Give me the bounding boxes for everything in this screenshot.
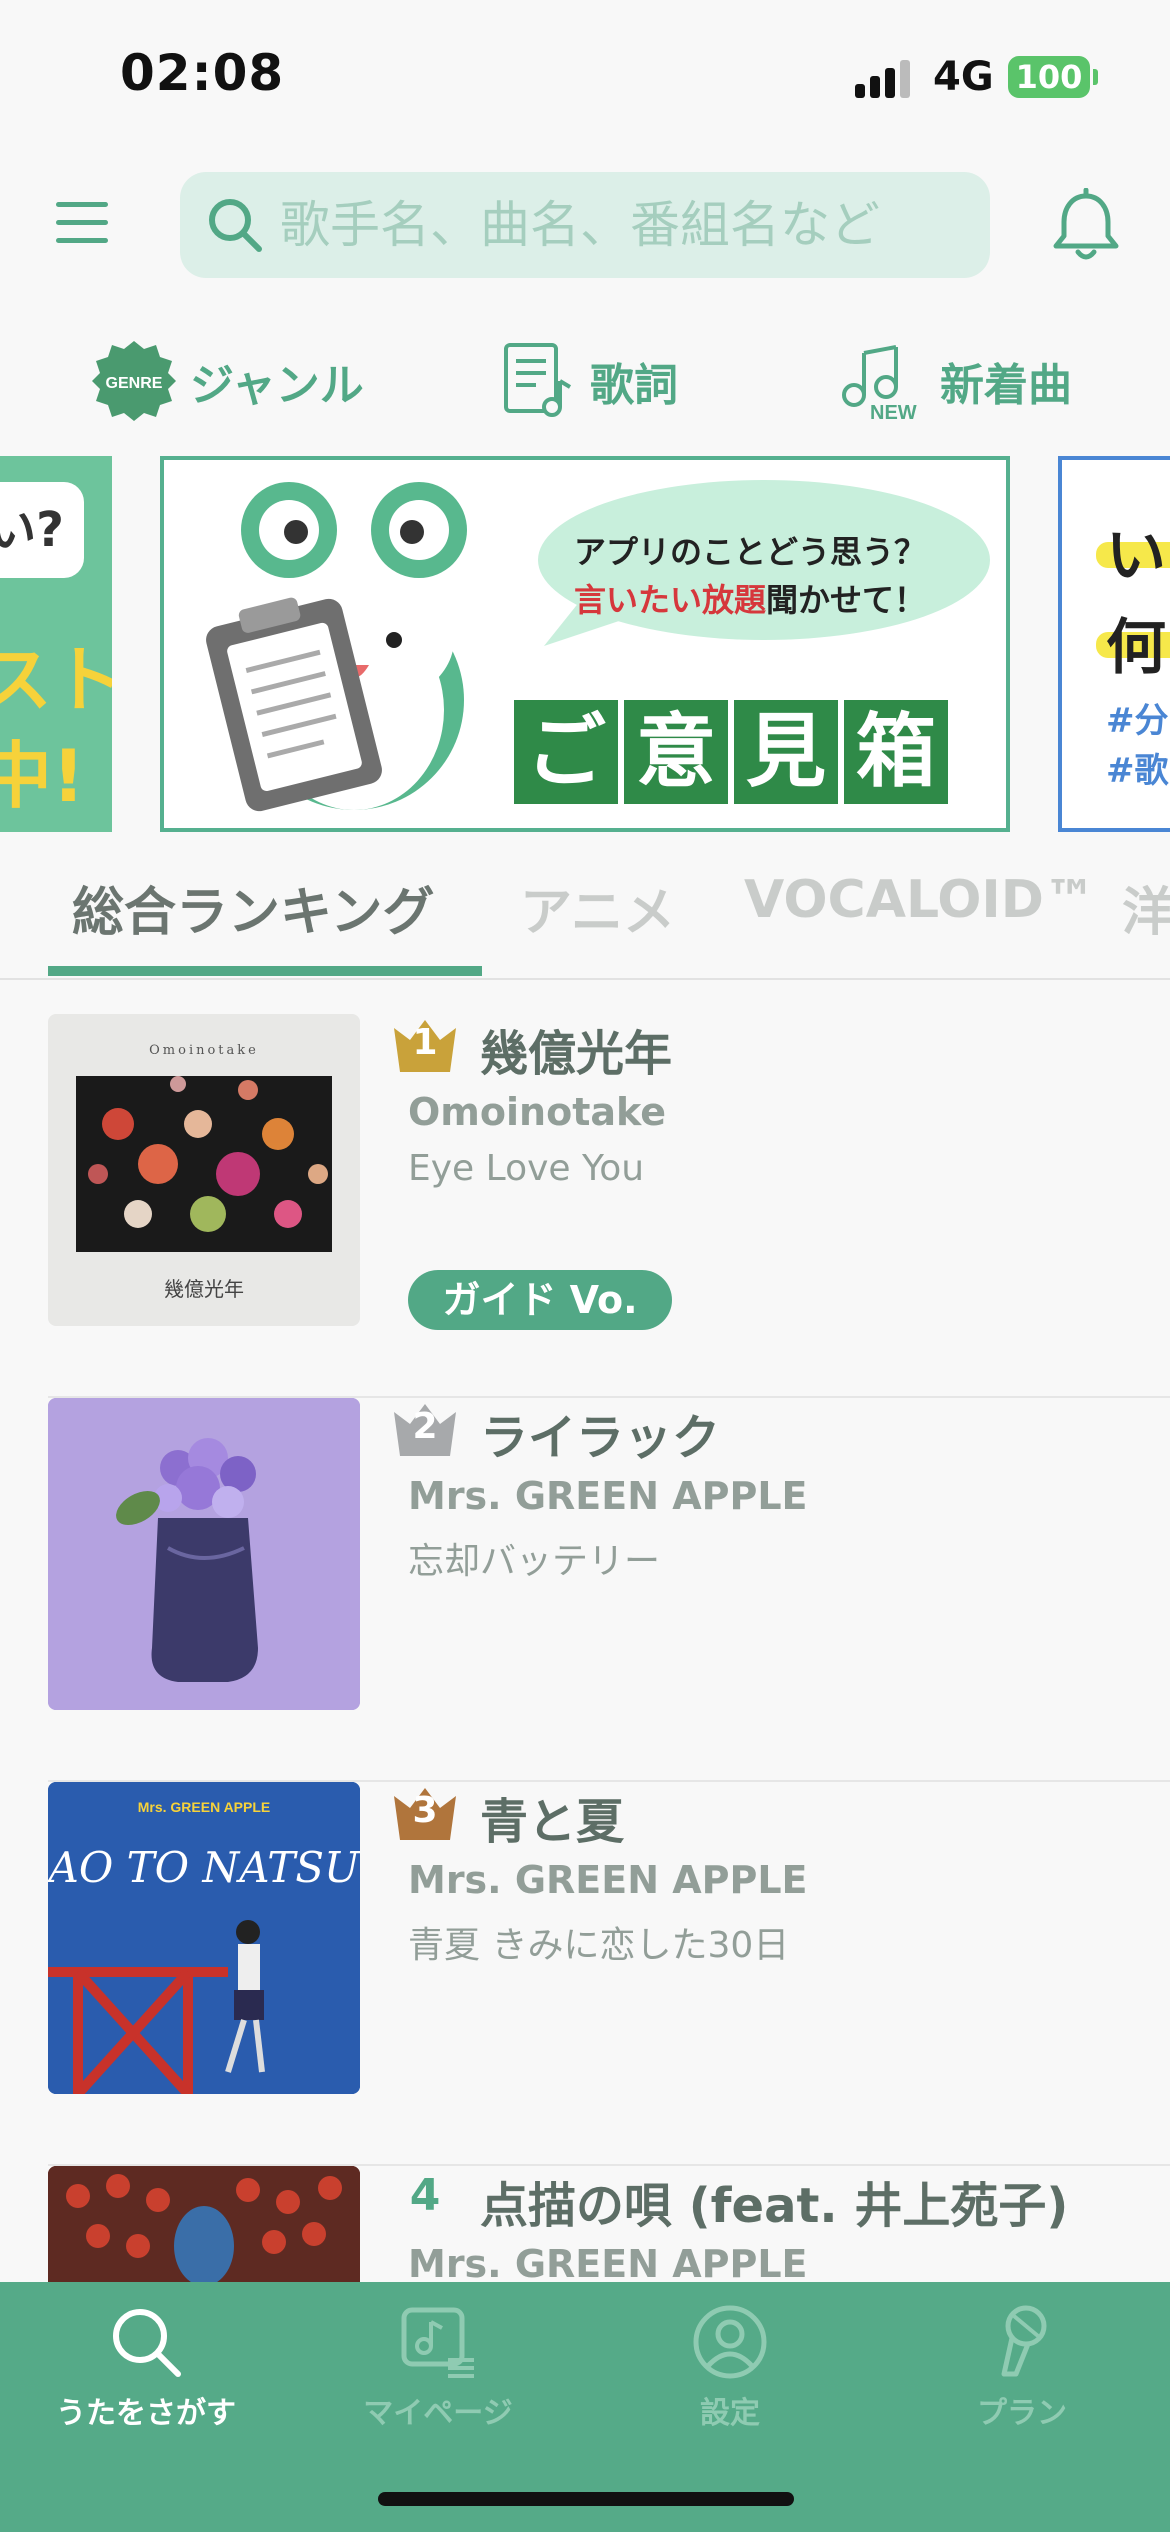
- signal-icon: [855, 58, 915, 98]
- tabbar-settings[interactable]: 設定: [600, 2302, 860, 2452]
- tieup-name: Eye Love You: [408, 1148, 645, 1189]
- genre-shortcut[interactable]: GENRE ジャンル: [92, 336, 364, 426]
- artist-name: Mrs. GREEN APPLE: [408, 1474, 808, 1518]
- rank-number: 3: [412, 1790, 438, 1831]
- feedback-line-2-rest: 聞かせて！: [766, 581, 927, 619]
- tabbar-label: 設定: [700, 2396, 760, 2431]
- art-title-bottom: 幾億光年: [164, 1277, 244, 1301]
- search-icon: [209, 199, 262, 252]
- status-time: 02:08: [120, 44, 285, 102]
- art-title-top: Mrs. GREEN APPLE: [138, 1799, 271, 1815]
- tieup-name: 青夏 きみに恋した30日: [408, 1925, 790, 1966]
- music-note-new-icon: NEW: [842, 345, 917, 421]
- lyrics-shortcut[interactable]: 歌詞: [502, 336, 678, 426]
- banner-carousel[interactable]: い? スト 中! アプリのことどう思う？ 言いたい放題聞かせて！ ご 意 見 箱…: [0, 456, 1170, 832]
- art-title-bottom: AO TO NATSU: [48, 1843, 360, 1892]
- title-char: 意: [624, 700, 728, 804]
- song-title: ライラック: [480, 1410, 721, 1466]
- banner-previous-bubble: い?: [0, 482, 84, 578]
- home-indicator[interactable]: [378, 2492, 794, 2506]
- genre-badge-icon: GENRE: [92, 341, 176, 421]
- feedback-line-1: アプリのことどう思う？: [574, 533, 927, 571]
- frog-mascot-illustration: [206, 482, 467, 812]
- album-artwork: Mrs. GREEN APPLE AO TO NATSU: [48, 1782, 360, 2094]
- microphone-icon: [1001, 2305, 1047, 2377]
- banner-next-text: い 何: [1106, 521, 1166, 683]
- song-title: 幾億光年: [480, 1026, 673, 1082]
- tab-overall-ranking[interactable]: 総合ランキング: [72, 870, 434, 945]
- genre-label: ジャンル: [190, 360, 364, 411]
- tab-indicator: [48, 966, 482, 976]
- tabbar-label: うたをさがす: [56, 2396, 236, 2431]
- status-bar: 02:08 4G 100: [0, 0, 1170, 150]
- new-songs-shortcut[interactable]: NEW 新着曲: [840, 336, 1072, 426]
- tabbar-plan[interactable]: プラン: [892, 2302, 1152, 2452]
- album-artwork-image: Omoinotake 幾億光年: [76, 1043, 332, 1301]
- music-list-icon: [401, 2307, 474, 2378]
- tabbar-label: プラン: [977, 2396, 1067, 2431]
- feedback-line-2: 言いたい放題聞かせて！: [574, 576, 926, 624]
- album-artwork-image: Mrs. GREEN APPLE AO TO NATSU: [48, 1782, 360, 2094]
- rank-number: 4: [409, 2170, 441, 2221]
- tabbar-mypage[interactable]: マイページ: [308, 2302, 568, 2452]
- feedback-box-title: ご 意 見 箱: [514, 700, 954, 804]
- guide-vocal-badge: ガイド Vo.: [408, 1270, 672, 1330]
- tab-vocaloid[interactable]: VOCALOID™: [744, 870, 1096, 930]
- rank-number: 1: [412, 1022, 438, 1063]
- title-char: ご: [514, 700, 618, 804]
- battery-cap: [1093, 69, 1098, 85]
- battery-icon: 100: [1008, 56, 1090, 98]
- tabbar-search[interactable]: うたをさがす: [16, 2302, 276, 2452]
- tab-western[interactable]: 洋: [1122, 870, 1170, 945]
- song-title: 青と夏: [480, 1794, 625, 1850]
- title-char: 見: [734, 700, 838, 804]
- ranking-row[interactable]: 2 ライラック Mrs. GREEN APPLE 忘却バッテリー: [0, 1398, 1170, 1782]
- album-artwork-image: [48, 1398, 360, 1710]
- ranking-row[interactable]: Mrs. GREEN APPLE AO TO NATSU 3 青と夏 Mrs. …: [0, 1782, 1170, 2166]
- network-label: 4G: [933, 54, 994, 100]
- rank-number: 2: [412, 1406, 438, 1447]
- feedback-banner-text: アプリのことどう思う？ 言いたい放題聞かせて！: [574, 528, 926, 624]
- tieup-name: 忘却バッテリー: [408, 1541, 661, 1582]
- bell-icon[interactable]: [1050, 188, 1122, 264]
- tabbar-label: マイページ: [363, 2396, 513, 2431]
- user-icon: [693, 2305, 767, 2379]
- lyrics-label: 歌詞: [590, 360, 678, 411]
- banner-previous-text: スト 中!: [0, 638, 112, 818]
- banner-next-tags: #分 #歌: [1106, 701, 1169, 791]
- feedback-banner[interactable]: アプリのことどう思う？ 言いたい放題聞かせて！ ご 意 見 箱: [160, 456, 1010, 832]
- new-badge-text: NEW: [870, 402, 917, 421]
- song-title: 点描の唄 (feat. 井上苑子): [480, 2178, 1069, 2234]
- artist-name: Mrs. GREEN APPLE: [408, 2242, 808, 2286]
- album-artwork: [48, 1398, 360, 1710]
- search-icon: [113, 2309, 181, 2377]
- search-input[interactable]: [280, 190, 970, 260]
- banner-previous[interactable]: い? スト 中!: [0, 456, 112, 832]
- menu-icon[interactable]: [52, 198, 114, 248]
- feedback-highlight: 言いたい放題: [574, 581, 767, 619]
- category-tabs: 総合ランキング アニメ VOCALOID™ 洋: [0, 860, 1170, 980]
- artist-name: Mrs. GREEN APPLE: [408, 1858, 808, 1902]
- genre-badge-text: GENRE: [106, 375, 163, 392]
- tab-anime[interactable]: アニメ: [520, 870, 675, 945]
- search-bar[interactable]: [180, 172, 990, 278]
- art-title-top: Omoinotake: [149, 1043, 259, 1058]
- ranking-row[interactable]: Omoinotake 幾億光年 1 幾億光年 Omoinotake Eye Lo…: [0, 1014, 1170, 1398]
- lyrics-icon: [504, 343, 572, 417]
- new-songs-label: 新着曲: [940, 360, 1072, 411]
- album-artwork: Omoinotake 幾億光年: [48, 1014, 360, 1326]
- title-char: 箱: [844, 700, 948, 804]
- banner-next[interactable]: い 何 #分 #歌: [1058, 456, 1170, 832]
- artist-name: Omoinotake: [408, 1090, 667, 1134]
